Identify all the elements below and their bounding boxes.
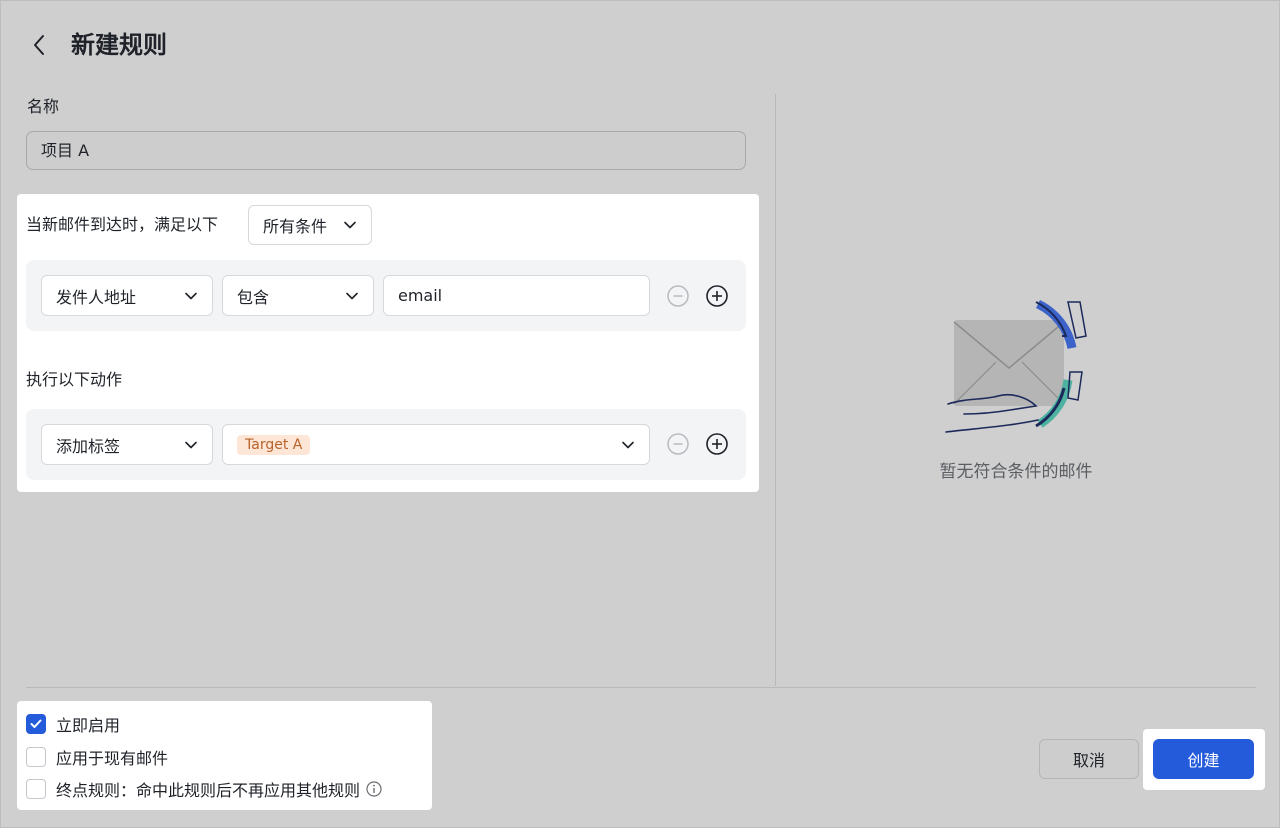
- condition-operator-label: 包含: [237, 287, 270, 307]
- option-label: 应用于现有邮件: [56, 749, 169, 768]
- footer-divider: [26, 687, 1256, 688]
- condition-value-input[interactable]: email: [383, 275, 650, 316]
- action-type-select[interactable]: 添加标签: [41, 424, 213, 465]
- empty-mail-illustration: [940, 296, 1090, 436]
- chevron-left-icon: [34, 35, 44, 55]
- condition-field-label: 发件人地址: [56, 287, 137, 307]
- tag-select[interactable]: Target A: [222, 424, 650, 465]
- name-label: 名称: [27, 97, 60, 116]
- name-input[interactable]: 项目 A: [26, 131, 746, 170]
- match-mode-label: 所有条件: [263, 217, 328, 236]
- add-condition-button[interactable]: [705, 284, 729, 308]
- info-icon[interactable]: [366, 781, 382, 797]
- remove-action-button[interactable]: [666, 432, 690, 456]
- chevron-down-icon: [184, 438, 198, 452]
- minus-circle-icon: [667, 285, 689, 307]
- condition-field-select[interactable]: 发件人地址: [41, 275, 213, 316]
- action-type-label: 添加标签: [56, 436, 121, 456]
- cancel-button[interactable]: 取消: [1039, 739, 1139, 779]
- empty-state-text: 暂无符合条件的邮件: [939, 462, 1093, 482]
- plus-circle-icon: [706, 285, 728, 307]
- remove-condition-button[interactable]: [666, 284, 690, 308]
- page-title: 新建规则: [71, 31, 167, 59]
- plus-circle-icon: [706, 433, 728, 455]
- option-terminal-rule[interactable]: 终点规则：命中此规则后不再应用其他规则: [26, 777, 382, 801]
- chevron-down-icon: [621, 438, 635, 452]
- option-label: 立即启用: [56, 716, 121, 735]
- check-icon: [30, 719, 42, 728]
- back-button[interactable]: [24, 30, 54, 60]
- create-button[interactable]: 创建: [1153, 739, 1254, 779]
- checkbox[interactable]: [26, 747, 46, 767]
- chevron-down-icon: [184, 289, 198, 303]
- condition-intro: 当新邮件到达时，满足以下: [26, 215, 219, 234]
- vertical-divider: [775, 94, 776, 686]
- option-label: 终点规则：命中此规则后不再应用其他规则: [56, 781, 361, 800]
- chevron-down-icon: [345, 289, 359, 303]
- option-apply-existing[interactable]: 应用于现有邮件: [26, 745, 168, 769]
- match-mode-select[interactable]: 所有条件: [248, 205, 372, 245]
- chevron-down-icon: [343, 218, 357, 232]
- add-action-button[interactable]: [705, 432, 729, 456]
- minus-circle-icon: [667, 433, 689, 455]
- checkbox[interactable]: [26, 779, 46, 799]
- tag-chip[interactable]: Target A: [237, 435, 311, 455]
- action-section-label: 执行以下动作: [26, 370, 123, 389]
- option-enable-now[interactable]: 立即启用: [26, 712, 120, 736]
- condition-operator-select[interactable]: 包含: [222, 275, 374, 316]
- checkbox-checked[interactable]: [26, 714, 46, 734]
